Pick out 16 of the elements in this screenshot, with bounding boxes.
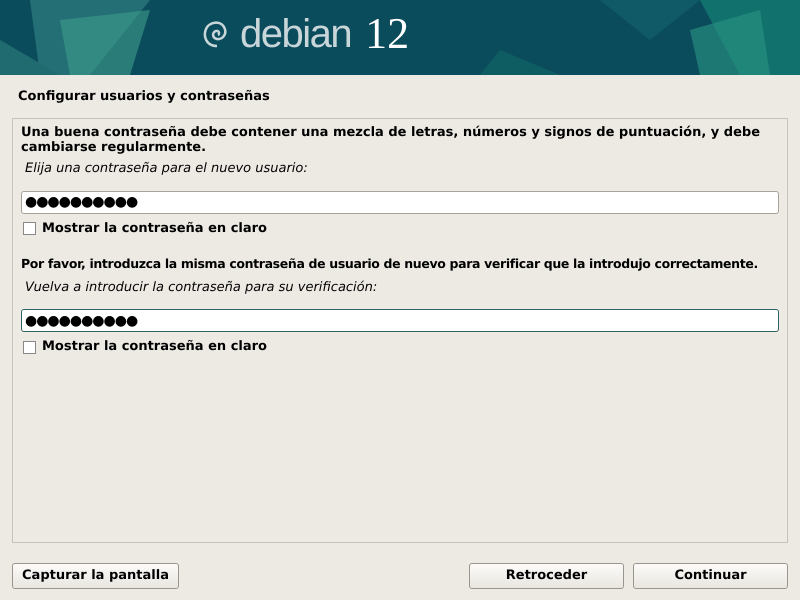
- screenshot-button[interactable]: Capturar la pantalla: [12, 563, 179, 589]
- continue-button[interactable]: Continuar: [633, 563, 788, 589]
- checkbox[interactable]: [23, 222, 36, 235]
- checkbox[interactable]: [23, 340, 36, 354]
- description-text: Una buena contraseña debe contener una mezcla de letras, números y signos de puntuación, y debe cambiarse regularmente.: [21, 125, 762, 155]
- field-prompt: Elija una contraseña para el nuevo usuario:: [25, 160, 309, 178]
- page-title: Configurar usuarios y contraseñas: [17, 88, 271, 106]
- version-number: 12: [365, 12, 410, 56]
- instruction-text: Por favor, introduzca la misma contraseña de usuario de nuevo para verificar que la introdujo correctamente.: [21, 255, 759, 273]
- checkbox-label: Mostrar la contraseña en claro: [42, 220, 267, 238]
- password-field[interactable]: ●●●●●●●●●●: [21, 309, 779, 332]
- back-button[interactable]: Retroceder: [469, 563, 624, 589]
- logo-text: debian: [240, 14, 352, 54]
- password-field[interactable]: ●●●●●●●●●●: [21, 190, 779, 214]
- field-prompt: Vuelva a introducir la contraseña para su verificación:: [25, 278, 378, 297]
- checkbox-label: Mostrar la contraseña en claro: [42, 338, 267, 356]
